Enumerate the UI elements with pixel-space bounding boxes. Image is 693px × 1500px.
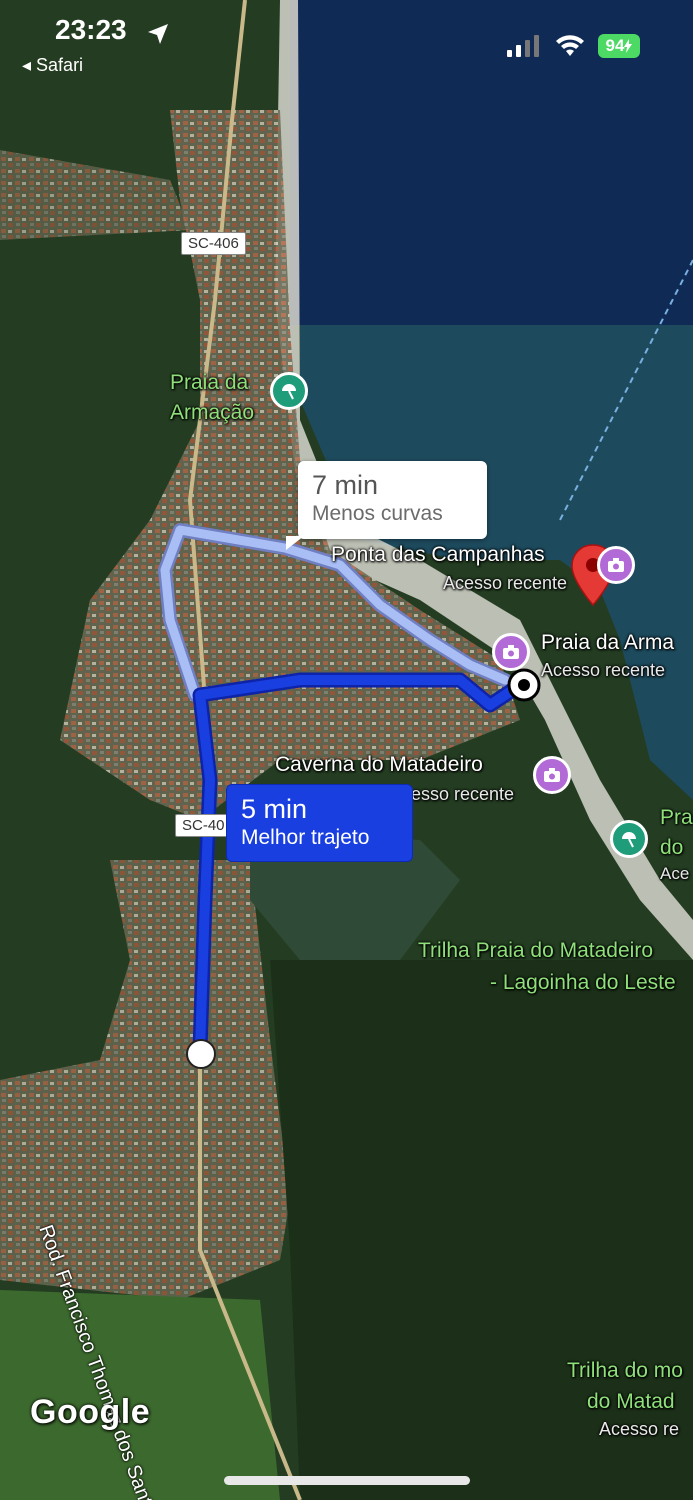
status-time: 23:23 — [55, 14, 127, 45]
road-shield-sc406: SC-406 — [181, 232, 246, 255]
beach-umbrella-icon[interactable] — [270, 372, 308, 410]
trilha-bottom-label[interactable]: Trilha do mo do Matad Acesso re — [567, 1355, 683, 1441]
trilha-matadeiro-line1: Trilha Praia do Matadeiro — [418, 939, 653, 962]
ponta-campanhas-sub: Acesso recente — [443, 573, 568, 593]
battery-indicator: 94 — [598, 34, 640, 58]
camera-icon[interactable] — [533, 756, 571, 794]
praia-armacao-line2: Armação — [170, 401, 255, 424]
route-best-time: 5 min — [241, 794, 308, 824]
location-arrow-icon — [148, 24, 168, 44]
bubble-pointer — [286, 536, 304, 550]
home-indicator[interactable] — [224, 1476, 470, 1485]
route-option-alternative[interactable]: 7 min Menos curvas — [298, 461, 487, 539]
trilha-bottom-sub: Acesso re — [599, 1419, 680, 1439]
praia-armacao-line1: Praia da — [170, 371, 249, 394]
battery-level: 94 — [605, 36, 625, 55]
status-bar: 23:23 ◂ Safari 94 — [0, 0, 693, 84]
praia-arma-sub: Acesso recente — [541, 660, 666, 680]
trilha-matadeiro-line2: - Lagoinha do Leste — [490, 971, 676, 994]
pra-right-line2: do — [660, 836, 684, 859]
pra-right-line3: Ace — [660, 864, 690, 883]
cellular-signal-icon — [507, 35, 539, 57]
trilha-bottom-line1: Trilha do mo — [567, 1359, 683, 1382]
charging-bolt-icon — [624, 39, 633, 53]
route-alt-label: Menos curvas — [312, 502, 443, 525]
trilha-bottom-line2: do Matad — [587, 1390, 675, 1413]
caverna-sub: esso recente — [411, 784, 515, 804]
camera-icon[interactable] — [597, 546, 635, 584]
camera-icon[interactable] — [492, 633, 530, 671]
praia-armacao-label[interactable]: Praia da Armação — [170, 368, 254, 428]
route-option-best[interactable]: 5 min Melhor trajeto — [226, 784, 413, 862]
caverna-label[interactable]: Caverna do Matadeiro — [275, 753, 483, 777]
satellite-imagery — [0, 0, 693, 1500]
trilha-matadeiro-label[interactable]: Trilha Praia do Matadeiro - Lagoinha do … — [418, 935, 676, 999]
back-to-safari-link[interactable]: ◂ Safari — [22, 55, 83, 76]
pra-right-label[interactable]: Pra do Ace — [660, 803, 693, 885]
route-alt-time: 7 min — [312, 470, 379, 500]
pra-right-line1: Pra — [660, 806, 693, 829]
beach-umbrella-icon[interactable] — [610, 820, 648, 858]
praia-arma-label[interactable]: Praia da Arma — [541, 631, 674, 655]
destination-marker — [507, 668, 541, 702]
origin-marker — [186, 1039, 216, 1069]
ponta-campanhas-label[interactable]: Ponta das Campanhas — [331, 543, 545, 567]
wifi-icon — [556, 35, 584, 56]
route-best-label: Melhor trajeto — [241, 826, 370, 849]
map-view[interactable]: SC-406 SC-40 Rod. Francisco Thomaz dos S… — [0, 0, 693, 1500]
road-shield-sc40: SC-40 — [175, 814, 232, 837]
google-logo: Google — [30, 1393, 151, 1431]
